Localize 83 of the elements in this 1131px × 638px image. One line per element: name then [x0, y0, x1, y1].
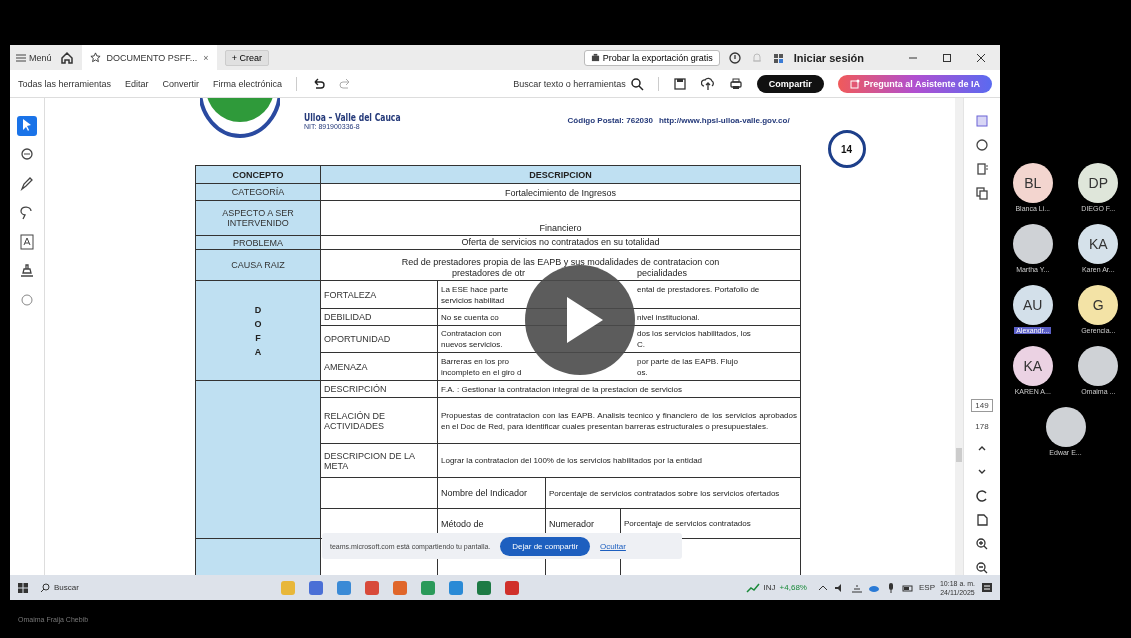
ticker-symbol: INJ	[763, 583, 776, 592]
toolbar-menu-item[interactable]: Convertir	[162, 78, 200, 89]
search-icon	[40, 582, 50, 593]
participant-avatar[interactable]: G	[1078, 285, 1119, 325]
spreadsheet-icon[interactable]	[476, 579, 492, 596]
ticker-change: +4,68%	[779, 583, 807, 592]
app-icon[interactable]	[336, 579, 352, 596]
postal-code-text: Código Postal: 762030	[567, 116, 653, 125]
photo-placeholder[interactable]	[1012, 224, 1053, 264]
browser-icon[interactable]	[448, 579, 464, 596]
table-cell: AMENAZA	[320, 352, 438, 381]
page-number-badge: 14	[827, 130, 866, 168]
participant-avatar[interactable]: AU	[1012, 285, 1053, 325]
menu-button[interactable]: Menú	[16, 52, 52, 63]
home-icon[interactable]	[59, 50, 74, 65]
refresh-icon[interactable]	[975, 489, 989, 503]
app-icon[interactable]	[308, 579, 324, 596]
page-count: 178	[975, 422, 989, 431]
column-header: DESCRIPCION	[320, 165, 801, 184]
chat-plus-icon	[849, 78, 860, 89]
search-label[interactable]: Buscar texto o herramientas	[513, 78, 626, 89]
participant-avatar[interactable]: DP	[1078, 163, 1119, 203]
menu-icon	[16, 53, 26, 62]
search-icon[interactable]	[629, 76, 644, 91]
taskbar-search[interactable]: Buscar	[40, 582, 210, 593]
table-cell: FORTALEZA	[320, 280, 438, 309]
star-icon	[89, 52, 101, 63]
upload-icon[interactable]	[700, 76, 715, 91]
organization-location: Ulloa – Valle del Cauca	[304, 112, 401, 123]
table-cell: DESCRIPCIÓN	[320, 380, 438, 398]
ai-assistant-button[interactable]: Pregunta al Asistente de IA	[837, 74, 992, 93]
zoom-out-icon[interactable]	[975, 561, 989, 575]
toolbar-menu-item[interactable]: Editar	[125, 78, 149, 89]
participant-avatar[interactable]: KA	[1012, 346, 1053, 386]
stop-sharing-button[interactable]: Dejar de compartir	[500, 536, 591, 556]
table-cell: Porcentaje de servicios contratados sobre los servicios ofertados	[545, 477, 801, 509]
document-tab[interactable]: DOCUMENTO PSFF... ×	[81, 45, 217, 70]
language-indicator[interactable]: ESP	[918, 583, 935, 592]
zoom-in-icon[interactable]	[975, 537, 989, 551]
table-cell: DEBILIDAD	[320, 308, 438, 326]
toolbar-menu-item[interactable]: Firma electrónica	[213, 78, 283, 89]
toolbar-menu-item[interactable]: Todas las herramientas	[18, 78, 112, 89]
hide-link[interactable]: Ocultar	[600, 541, 626, 551]
windows-icon[interactable]	[16, 580, 30, 595]
pointer-icon[interactable]	[17, 116, 37, 136]
pdf-icon[interactable]	[504, 579, 520, 596]
share-button[interactable]: Compartir	[756, 74, 824, 93]
copy-icon[interactable]	[975, 186, 989, 200]
table-cell: CAUSA RAIZ	[195, 249, 321, 281]
sign-in-button[interactable]: Iniciar sesión	[793, 51, 864, 64]
table-cell: Propuestas de contratacion con las EAPB. Analisis tecnico y financiero de los servicios aprobados en el Doc de Red, para identificar cuales presentan barreras estructurales o presupuestales.	[437, 397, 801, 444]
photo-placeholder[interactable]	[1078, 346, 1119, 386]
participant-avatar[interactable]: BL	[1012, 163, 1053, 203]
document-icon[interactable]	[975, 513, 989, 527]
table-cell: F.A. : Gestionar la contratacion integral de la prestacion de servicios	[437, 380, 801, 398]
bookmark-icon[interactable]	[975, 162, 989, 176]
table-cell: D O F A	[195, 280, 321, 381]
website-url: http://www.hpsl-ulloa-valle.gov.co/	[658, 116, 790, 125]
scroll-thumb[interactable]	[956, 448, 962, 462]
table-cell: Lograr la contratacion del 100% de los servicios habilitados por la entidad	[437, 443, 801, 478]
table-cell: DESCRIPCION DE LA META	[320, 443, 438, 478]
print-icon[interactable]	[728, 76, 743, 91]
participant-avatar[interactable]: KA	[1078, 224, 1119, 264]
play-button[interactable]	[525, 265, 635, 375]
help-icon[interactable]	[727, 50, 742, 65]
table-cell: Nombre del Indicador	[437, 477, 546, 509]
notification-icon[interactable]	[980, 580, 994, 595]
photo-placeholder[interactable]	[1045, 407, 1086, 447]
table-cell: ASPECTO A SER INTERVENIDO	[195, 200, 321, 236]
page-number-field[interactable]: 149	[971, 399, 993, 412]
table-cell: OPORTUNIDAD	[320, 325, 438, 353]
browser-icon[interactable]	[364, 579, 380, 596]
text-box-icon[interactable]	[17, 232, 37, 252]
table-cell: Oferta de servicios no contratados en su totalidad	[320, 235, 801, 250]
column-header: CONCEPTO	[195, 165, 321, 184]
browser-icon[interactable]	[392, 579, 408, 596]
table-cell: RELACIÓN DE ACTIVIDADES	[320, 397, 438, 444]
save-icon[interactable]	[672, 76, 687, 91]
create-button[interactable]: + Crear	[224, 49, 269, 66]
export-button[interactable]: Probar la exportación gratis	[583, 49, 720, 66]
table-cell: Financiero	[320, 200, 801, 236]
table-cell: Fortalecimiento de Ingresos	[320, 183, 801, 201]
chat-app-icon[interactable]	[420, 579, 436, 596]
